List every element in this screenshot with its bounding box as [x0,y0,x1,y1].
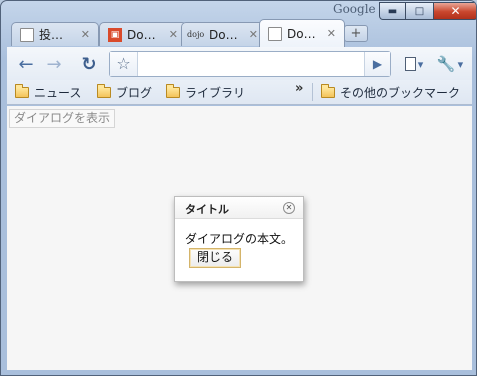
tab-2[interactable]: ▣ Do… ✕ [99,22,187,46]
dialog-body-text: ダイアログの本文。 [185,232,294,246]
tab-close-icon[interactable]: ✕ [327,27,336,40]
bookmark-library[interactable]: ライブラリ [166,84,245,101]
tab-close-icon[interactable]: ✕ [249,28,258,41]
show-dialog-button[interactable]: ダイアログを表示 [9,109,116,128]
wrench-icon: 🔧 [436,55,456,73]
bookmark-blog[interactable]: ブログ [97,84,152,101]
bookmark-other[interactable]: その他のブックマーク [321,84,460,101]
maximize-button[interactable]: □ [405,2,434,20]
page-icon [268,26,282,41]
toolbar: ← → ↻ ☆ ▶ ▾ 🔧 ▾ [7,47,472,80]
folder-icon [15,84,29,98]
bookmark-label: その他のブックマーク [340,86,461,100]
page-icon [20,27,34,42]
tab-label: Do… [287,26,316,41]
red-site-icon: ▣ [108,27,122,42]
dojo-icon: dojo [187,29,205,39]
tab-4-active[interactable]: Do… ✕ [259,19,345,47]
dialog-close-icon[interactable]: ✕ [283,202,295,214]
chevron-down-icon: ▾ [417,57,424,71]
bookmark-news[interactable]: ニュース [15,84,81,101]
bookmarks-overflow-button[interactable]: » [295,81,303,96]
go-button[interactable]: ▶ [364,52,390,76]
bookmark-label: ライブラリ [185,86,246,100]
omnibox[interactable]: ☆ ▶ [109,51,391,77]
dialog-title: タイトル [185,203,229,216]
tab-label: Do… [209,27,238,42]
brand-label: Google [333,2,376,16]
page-content: ダイアログを表示 タイトル ✕ ダイアログの本文。 閉じる [7,106,472,370]
bookmarks-bar: ニュース ブログ ライブラリ » その他のブックマーク [7,80,472,105]
minimize-button[interactable]: ▬ [379,2,406,20]
tab-3[interactable]: dojo Do… ✕ [181,22,267,46]
folder-icon [166,84,180,98]
folder-icon [97,84,111,98]
folder-icon [321,84,335,98]
page-menu-button[interactable]: ▾ [399,52,429,76]
window-close-button[interactable]: ✕ [433,2,476,20]
wrench-menu-button[interactable]: 🔧 ▾ [435,52,465,76]
browser-window: Google ▬ □ ✕ 投… ✕ ▣ Do… ✕ dojo Do… ✕ Do…… [0,0,477,376]
page-menu-icon [404,57,416,71]
star-icon[interactable]: ☆ [110,52,138,76]
reload-button[interactable]: ↻ [77,52,101,76]
address-input[interactable] [140,55,360,73]
back-button[interactable]: ← [15,52,37,76]
bookmarks-divider [312,83,313,101]
chevron-down-icon: ▾ [457,57,464,71]
dialog-header: タイトル ✕ [175,197,303,219]
bookmark-label: ニュース [34,86,82,100]
tab-1[interactable]: 投… ✕ [11,22,99,46]
tab-close-icon[interactable]: ✕ [169,28,178,41]
tab-label: Do… [127,27,156,42]
tab-strip: 投… ✕ ▣ Do… ✕ dojo Do… ✕ Do… ✕ + [9,19,476,47]
bookmark-label: ブログ [116,86,153,100]
dialog: タイトル ✕ ダイアログの本文。 閉じる [174,196,304,282]
tab-close-icon[interactable]: ✕ [81,28,90,41]
window-controls: ▬ □ ✕ [379,2,476,20]
dialog-close-button[interactable]: 閉じる [189,248,241,268]
forward-button[interactable]: → [43,52,65,76]
new-tab-button[interactable]: + [344,25,368,42]
tab-label: 投… [39,28,64,42]
